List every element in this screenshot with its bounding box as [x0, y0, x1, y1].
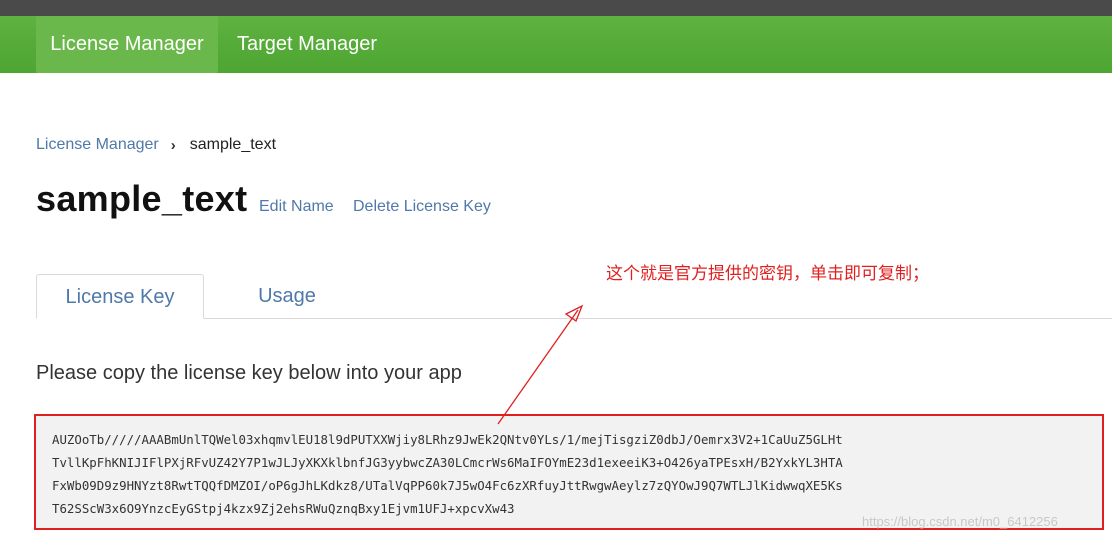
- license-key-box[interactable]: AUZOoTb/////AAABmUnlTQWel03xhqmvlEU18l9d…: [34, 414, 1104, 530]
- chevron-right-icon: ›: [170, 136, 176, 154]
- watermark: https://blog.csdn.net/m0_6412256: [862, 514, 1058, 529]
- top-strip: [0, 0, 1112, 16]
- delete-license-key-link[interactable]: Delete License Key: [353, 198, 491, 216]
- license-key-line: FxWb09D9z9HNYzt8RwtTQQfDMZOI/oP6gJhLKdkz…: [52, 478, 843, 493]
- annotation-text: 这个就是官方提供的密钥，单击即可复制；: [606, 264, 929, 284]
- breadcrumb: License Manager › sample_text: [36, 136, 276, 154]
- tab-license-key[interactable]: License Key: [36, 274, 204, 319]
- nav-target-manager[interactable]: Target Manager: [225, 16, 389, 73]
- license-key-line: AUZOoTb/////AAABmUnlTQWel03xhqmvlEU18l9d…: [52, 432, 843, 447]
- breadcrumb-license-manager-link[interactable]: License Manager: [36, 136, 159, 154]
- top-navbar: License Manager Target Manager: [0, 16, 1112, 73]
- edit-name-link[interactable]: Edit Name: [259, 198, 334, 216]
- tab-usage[interactable]: Usage: [234, 274, 340, 319]
- license-key-line: TvllKpFhKNIJIFlPXjRFvUZ42Y7P1wJLJyXKXklb…: [52, 455, 843, 470]
- nav-license-manager[interactable]: License Manager: [36, 16, 218, 73]
- breadcrumb-current: sample_text: [189, 136, 277, 153]
- page-title: sample_text: [36, 178, 248, 219]
- copy-instruction: Please copy the license key below into y…: [36, 362, 462, 384]
